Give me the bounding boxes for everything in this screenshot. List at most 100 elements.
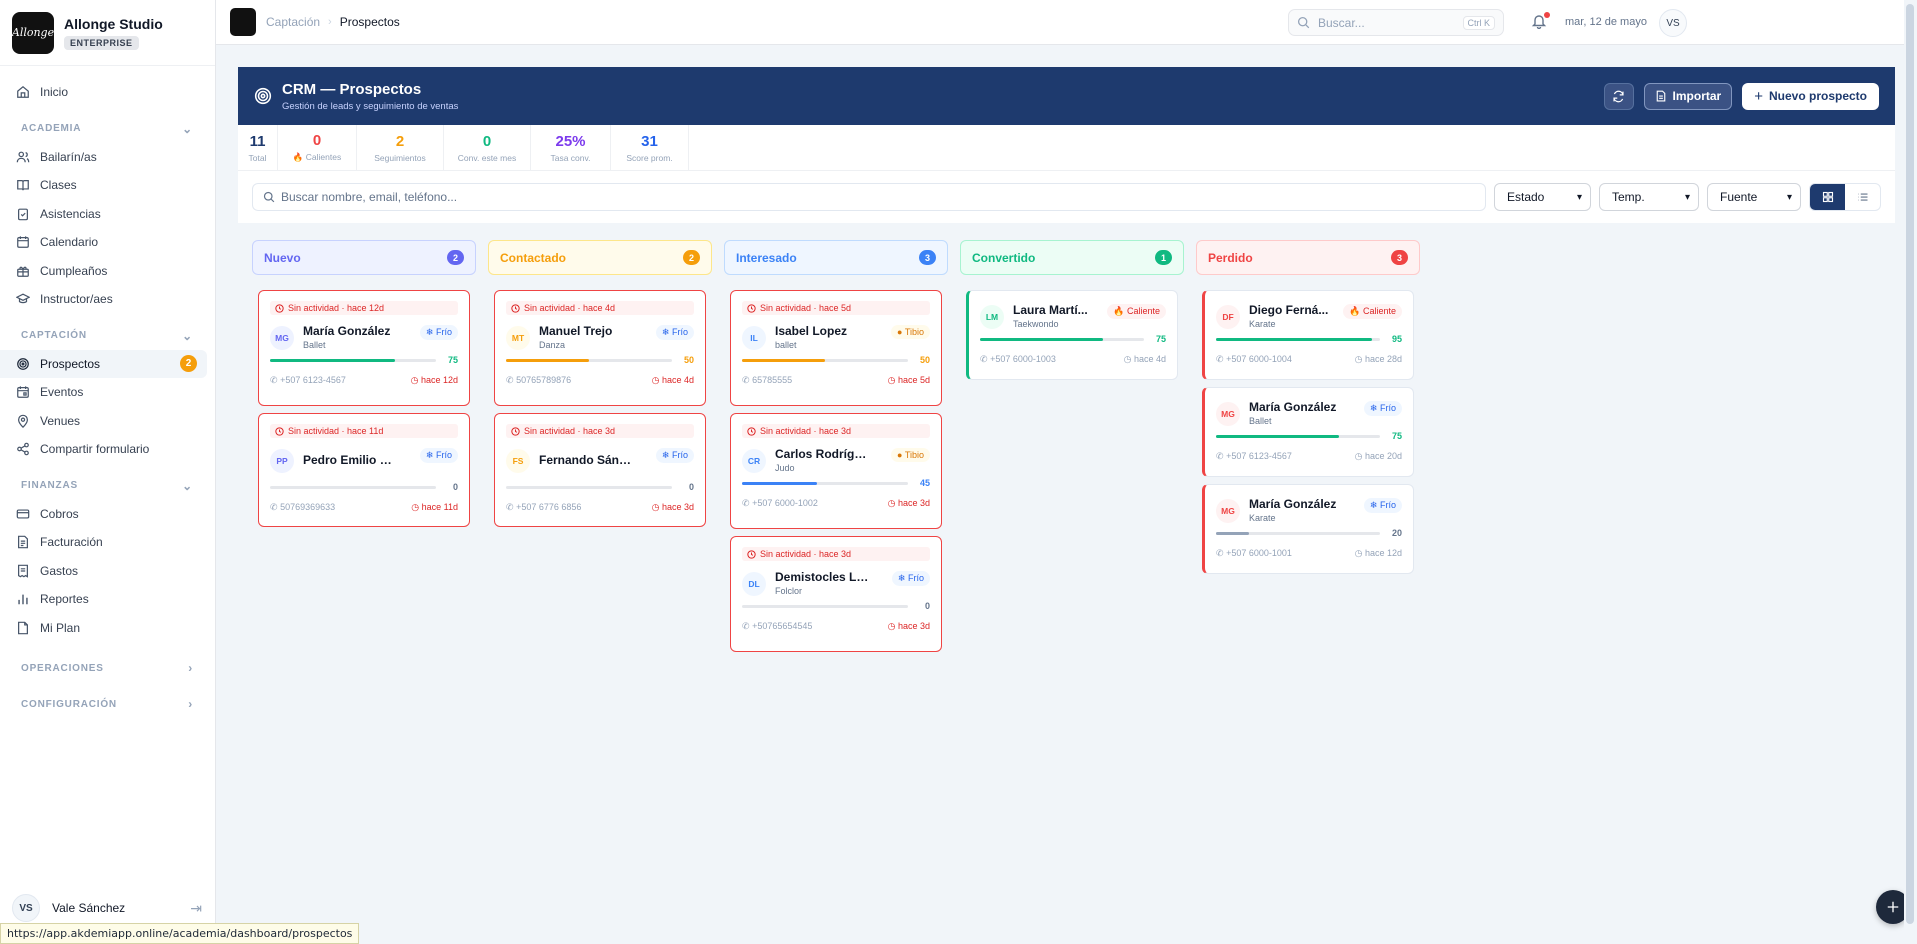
- section-academia[interactable]: ACADEMIA ⌄: [0, 115, 215, 143]
- score-bar: 0: [731, 601, 941, 611]
- dot-icon: ●: [897, 327, 903, 337]
- sidebar-item-facturacion[interactable]: Facturación: [0, 528, 215, 557]
- prospect-card[interactable]: MG María González Karate ❄ Frío 20 ✆ +507 600…: [1202, 484, 1414, 574]
- user-profile[interactable]: VS Vale Sánchez ⇥: [12, 894, 202, 922]
- sidebar-item-compartir-formulario[interactable]: Compartir formulario: [0, 435, 215, 464]
- prospect-card[interactable]: Sin actividad · hace 5d IL Isabel Lopez bal…: [730, 290, 942, 406]
- sidebar-item-label: Mi Plan: [40, 620, 81, 635]
- clock-icon: [747, 549, 756, 559]
- section-label: CAPTACIÓN: [21, 330, 87, 341]
- prospect-card[interactable]: MG María González Ballet ❄ Frío 75 ✆ +507 612…: [1202, 387, 1414, 477]
- prospect-card[interactable]: Sin actividad · hace 3d CR Carlos Rodrígue…: [730, 413, 942, 529]
- card-footer: ✆ +507 6776 6856 ◷ hace 3d: [495, 502, 705, 513]
- card-footer: ✆ +507 6123-4567 ◷ hace 20d: [1205, 451, 1413, 462]
- grid-view-button[interactable]: [1810, 184, 1845, 210]
- brand-logo-text: Allonge: [11, 26, 55, 39]
- breadcrumb-captacion[interactable]: Captación: [266, 15, 320, 29]
- chevron-right-icon: ›: [328, 16, 332, 28]
- sidebar-item-bailarines[interactable]: Bailarín/as: [0, 143, 215, 172]
- prospect-card[interactable]: DF Diego Ferná... Karate 🔥 Caliente 95 ✆ +507…: [1202, 290, 1414, 380]
- column-header[interactable]: Nuevo 2: [252, 240, 476, 275]
- score-track: [742, 358, 908, 362]
- sidebar-item-eventos[interactable]: Eventos: [0, 378, 215, 407]
- phone-text: +507 6000-1004: [1226, 354, 1292, 364]
- prospect-name: Carlos Rodríguez: [775, 447, 870, 461]
- phone-text: 50765789876: [516, 375, 572, 385]
- temp-select[interactable]: Temp. ▾: [1599, 183, 1699, 211]
- sidebar-item-gastos[interactable]: Gastos: [0, 557, 215, 586]
- score-bar: 0: [259, 482, 469, 492]
- section-operaciones[interactable]: OPERACIONES ›: [0, 654, 215, 682]
- sidebar-item-prospectos[interactable]: Prospectos 2: [0, 349, 207, 378]
- import-label: Importar: [1672, 89, 1722, 103]
- phone-field: ✆ 50765789876: [506, 375, 571, 386]
- score-bar: 45: [731, 478, 941, 488]
- phone-field: ✆ +507 6776 6856: [506, 502, 581, 513]
- target-icon: [17, 357, 29, 370]
- app-logo[interactable]: [230, 8, 256, 36]
- logout-icon[interactable]: ⇥: [190, 900, 202, 917]
- sidebar-item-asistencias[interactable]: Asistencias: [0, 200, 215, 229]
- list-view-button[interactable]: [1845, 184, 1880, 210]
- card-footer: ✆ +507 6000-1002 ◷ hace 3d: [731, 498, 941, 509]
- section-configuracion[interactable]: CONFIGURACIÓN ›: [0, 690, 215, 718]
- score-bar: 20: [1205, 528, 1413, 538]
- chevron-down-icon: ▾: [1786, 191, 1792, 203]
- view-toggle: [1809, 183, 1881, 211]
- search-shortcut: Ctrl K: [1462, 15, 1495, 30]
- dot-icon: ●: [897, 450, 903, 460]
- search-input[interactable]: Buscar nombre, email, teléfono...: [252, 183, 1486, 211]
- temperature-label: Frío: [671, 327, 688, 337]
- column-header[interactable]: Convertido 1: [960, 240, 1184, 275]
- sidebar-item-cumpleanos[interactable]: Cumpleaños: [0, 257, 215, 286]
- stat-value: 31: [641, 132, 658, 150]
- sidebar-item-venues[interactable]: Venues: [0, 407, 215, 436]
- refresh-button[interactable]: [1603, 82, 1634, 110]
- scrollbar-thumb[interactable]: [1906, 4, 1914, 924]
- prospect-card[interactable]: Sin actividad · hace 3d DL Demistocles Lie…: [730, 536, 942, 652]
- prospect-card[interactable]: Sin actividad · hace 11d PP Pedro Emilio P…: [258, 413, 470, 527]
- prospect-card[interactable]: Sin actividad · hace 4d MT Manuel Trejo Dan…: [494, 290, 706, 406]
- sidebar-item-instructores[interactable]: Instructor/aes: [0, 285, 215, 314]
- import-button[interactable]: Importar: [1643, 82, 1733, 110]
- stat-label: Tasa conv.: [550, 152, 591, 163]
- avatar: FS: [506, 449, 530, 473]
- sidebar-item-reportes[interactable]: Reportes: [0, 585, 215, 614]
- last-activity: ◷ hace 4d: [652, 375, 694, 386]
- sidebar-item-cobros[interactable]: Cobros: [0, 500, 215, 529]
- prospectos-count-badge: 2: [180, 355, 197, 373]
- section-captacion[interactable]: CAPTACIÓN ⌄: [0, 322, 215, 350]
- inactivity-warning: Sin actividad · hace 4d: [506, 301, 694, 315]
- score-fill: [270, 358, 395, 362]
- prospect-card[interactable]: Sin actividad · hace 12d MG María González…: [258, 290, 470, 406]
- section-finanzas[interactable]: FINANZAS ⌄: [0, 472, 215, 500]
- phone-icon: ✆: [742, 621, 750, 631]
- temperature-label: Frío: [907, 573, 924, 583]
- stat-label: Score prom.: [626, 152, 673, 163]
- prospect-card[interactable]: LM Laura Martí... Taekwondo 🔥 Caliente 75 ✆ +…: [966, 290, 1178, 380]
- fuente-select[interactable]: Fuente ▾: [1707, 183, 1801, 211]
- clock-icon: [511, 303, 520, 313]
- phone-icon: ✆: [1216, 354, 1224, 364]
- map-pin-icon: [18, 414, 28, 428]
- prospect-name: Manuel Trejo: [539, 324, 613, 338]
- stat-label: Total: [248, 152, 267, 163]
- score-bar: 50: [731, 355, 941, 365]
- sidebar-item-clases[interactable]: Clases: [0, 171, 215, 200]
- column-header[interactable]: Contactado 2: [488, 240, 712, 275]
- global-search-input[interactable]: Buscar... Ctrl K: [1288, 9, 1504, 36]
- sidebar-item-label: Prospectos: [40, 356, 101, 371]
- estado-select[interactable]: Estado ▾: [1494, 183, 1591, 211]
- clock-icon: ◷: [887, 498, 896, 508]
- avatar[interactable]: VS: [1659, 9, 1687, 37]
- brand[interactable]: Allonge Allonge Studio ENTERPRISE: [0, 0, 215, 66]
- score-track: [980, 337, 1144, 341]
- column-header[interactable]: Interesado 3: [724, 240, 948, 275]
- column-header[interactable]: Perdido 3: [1196, 240, 1420, 275]
- sidebar-item-inicio[interactable]: Inicio: [0, 78, 215, 107]
- prospect-card[interactable]: Sin actividad · hace 3d FS Fernando Sánche…: [494, 413, 706, 527]
- clock-icon: ◷: [1123, 354, 1132, 364]
- sidebar-item-calendario[interactable]: Calendario: [0, 228, 215, 257]
- sidebar-item-mi-plan[interactable]: Mi Plan: [0, 614, 215, 643]
- new-prospect-button[interactable]: + Nuevo prospecto: [1742, 82, 1879, 110]
